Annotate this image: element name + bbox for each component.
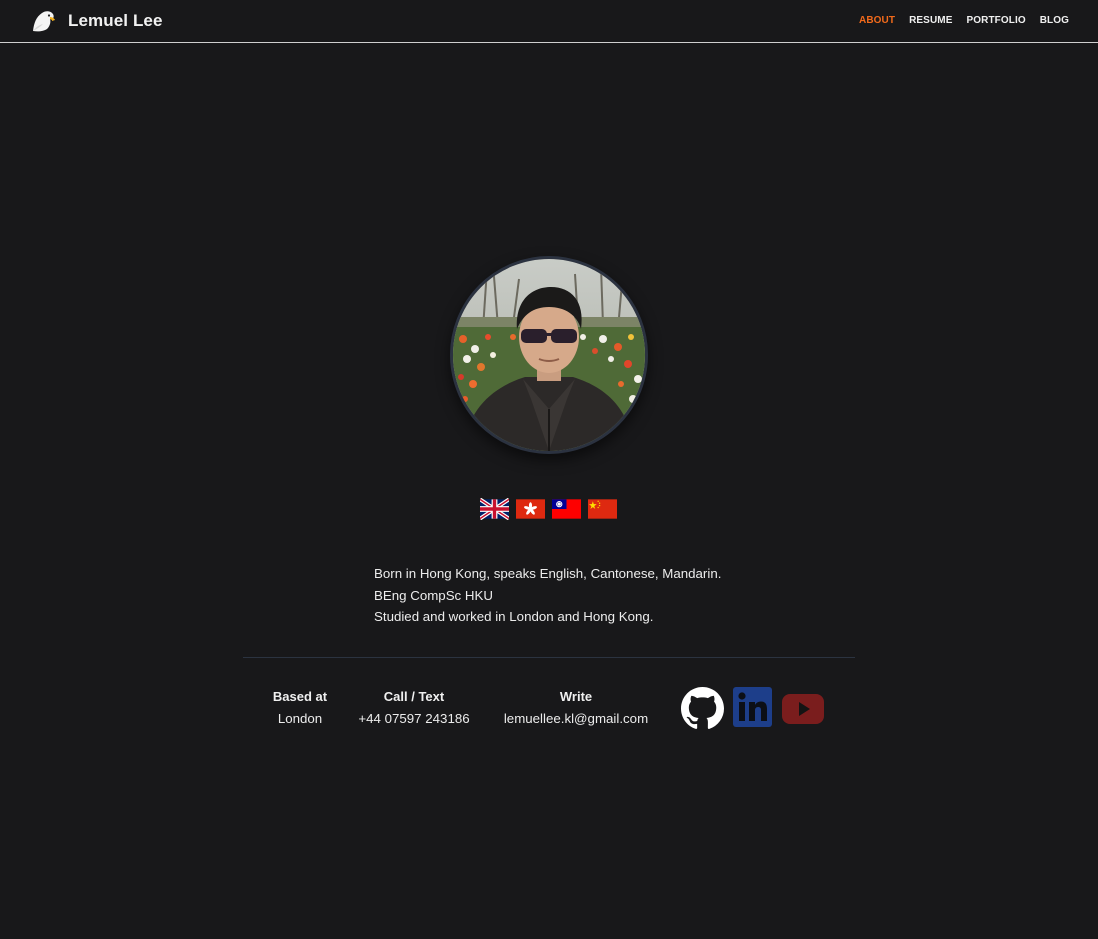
youtube-link[interactable] (782, 694, 824, 724)
call-label: Call / Text (383, 689, 445, 704)
github-link[interactable] (681, 687, 724, 730)
phone-number[interactable]: +44 07597 243186 (350, 710, 478, 727)
brand-link[interactable]: Lemuel Lee (30, 9, 163, 33)
based-at-label: Based at (272, 689, 328, 704)
github-icon (681, 687, 724, 729)
contact-write: Write lemuellee.kl@gmail.com (496, 688, 656, 727)
bio-line-3: Studied and worked in London and Hong Ko… (374, 609, 654, 625)
hong-kong-flag-icon (516, 499, 545, 519)
united-kingdom-flag-icon (480, 498, 509, 520)
youtube-icon (782, 694, 824, 724)
language-flags (480, 498, 617, 520)
bio-line-2: BEng CompSc HKU (374, 587, 493, 603)
based-at-value: London (277, 711, 323, 726)
nav-resume[interactable]: RESUME (909, 15, 952, 26)
china-flag-icon (588, 499, 617, 519)
profile-photo (450, 256, 648, 454)
bio-line-1: Born in Hong Kong, speaks English, Canto… (374, 566, 722, 581)
linkedin-icon (733, 687, 772, 727)
top-navbar: Lemuel Lee ABOUT RESUME PORTFOLIO BLOG (0, 0, 1098, 43)
nav-about[interactable]: ABOUT (859, 15, 895, 26)
email-link[interactable]: lemuellee.kl@gmail.com (496, 710, 656, 727)
write-label: Write (559, 689, 593, 704)
section-divider (243, 657, 855, 658)
contact-based-at: Based at London (262, 688, 338, 727)
main-nav: ABOUT RESUME PORTFOLIO BLOG (859, 15, 1069, 26)
taiwan-flag-icon (552, 499, 581, 519)
contact-call: Call / Text +44 07597 243186 (350, 688, 478, 727)
eagle-icon (33, 11, 55, 32)
profile-photo-image (453, 259, 645, 451)
nav-portfolio[interactable]: PORTFOLIO (966, 15, 1025, 26)
linkedin-link[interactable] (733, 687, 772, 727)
nav-blog[interactable]: BLOG (1040, 15, 1069, 26)
bio-text: Born in Hong Kong, speaks English, Canto… (374, 563, 794, 628)
brand-name: Lemuel Lee (68, 11, 163, 30)
